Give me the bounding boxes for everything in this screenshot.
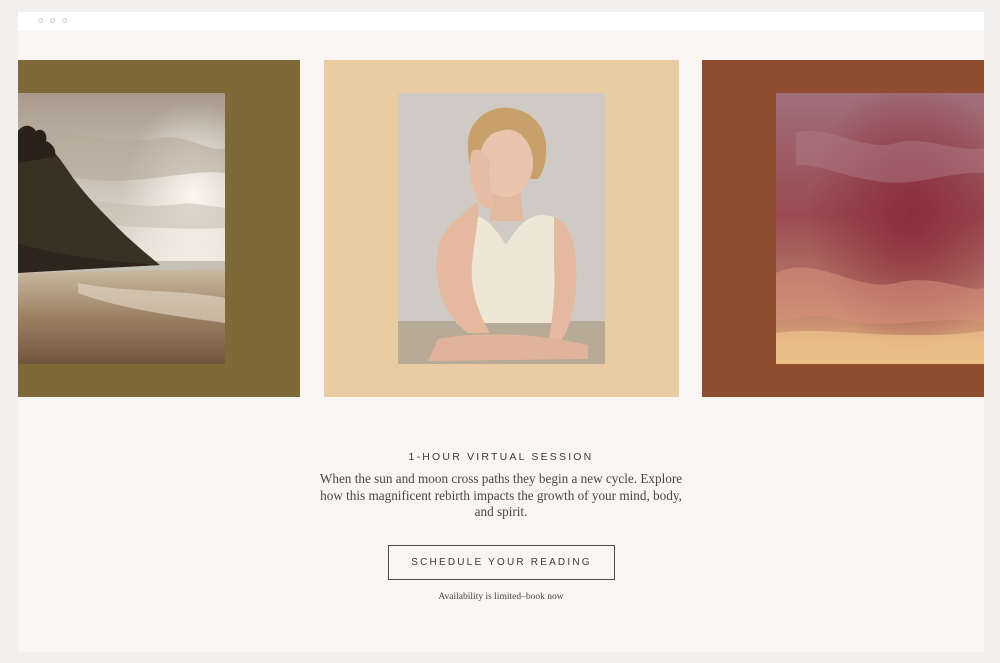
rust-panel (702, 60, 984, 397)
session-description: When the sun and moon cross paths they b… (319, 471, 683, 519)
window-maximize-dot[interactable] (62, 18, 67, 23)
olive-panel (18, 60, 300, 397)
window-minimize-dot[interactable] (50, 18, 55, 23)
sand-panel (324, 60, 679, 397)
session-title: 1-HOUR VIRTUAL SESSION (408, 451, 594, 463)
window-titlebar (18, 12, 984, 30)
coastal-cliff-photo (18, 93, 225, 364)
browser-window: 1-HOUR VIRTUAL SESSION When the sun and … (18, 12, 984, 652)
cloudy-sky-photo (776, 93, 984, 364)
portrait-photo (398, 93, 605, 364)
availability-note: Availability is limited–book now (438, 592, 564, 602)
window-close-dot[interactable] (38, 18, 43, 23)
schedule-reading-button[interactable]: SCHEDULE YOUR READING (388, 545, 615, 580)
